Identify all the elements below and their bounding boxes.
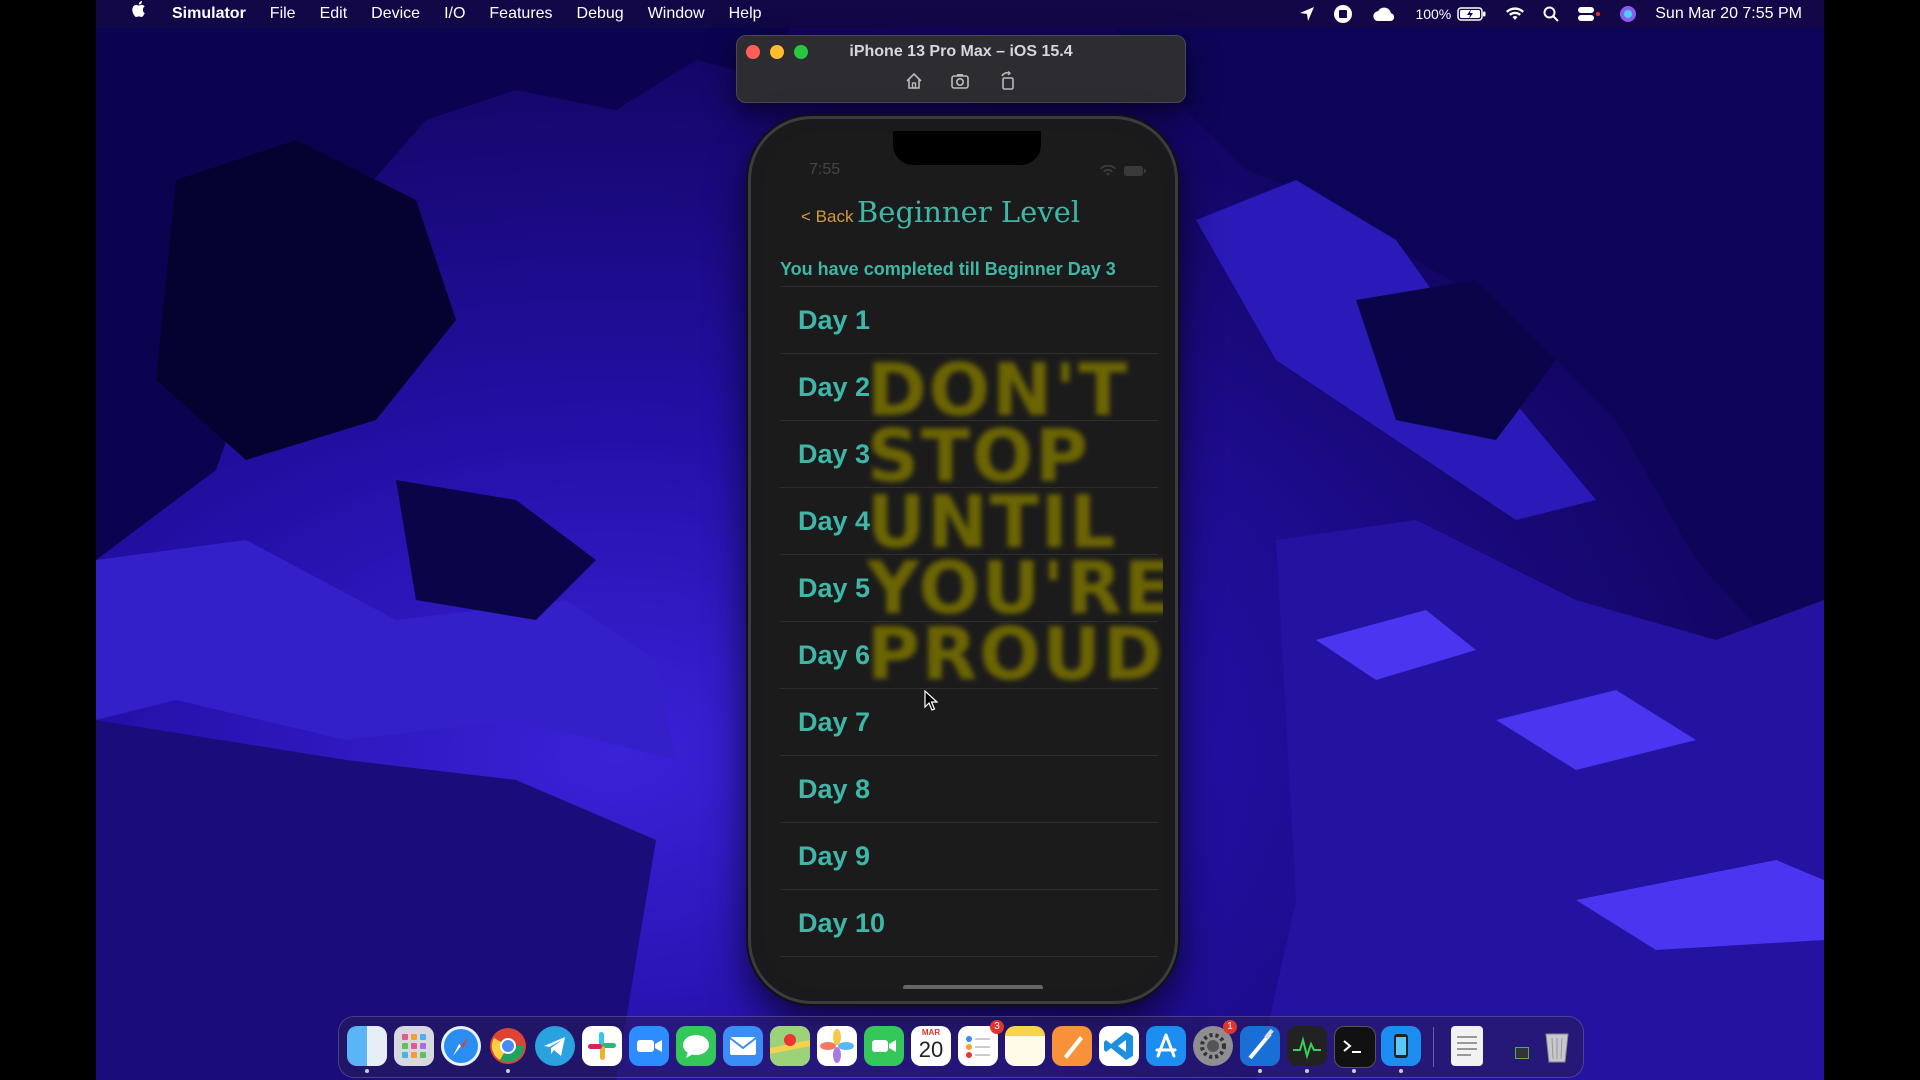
day-list: Day 1 Day 2 Day 3 Day 4 Day 5 Day 6 Day … [780,286,1158,987]
activity-monitor-icon[interactable] [1287,1026,1327,1066]
cloud-icon[interactable] [1371,6,1397,22]
menu-features[interactable]: Features [477,0,564,28]
dock-separator [1433,1027,1434,1067]
day-list-item[interactable]: Day 3 [780,420,1158,487]
day-list-item[interactable]: Day 4 [780,487,1158,554]
menu-edit[interactable]: Edit [308,0,360,28]
phone-wifi-icon [1100,165,1116,176]
menu-bar: Simulator File Edit Device I/O Features … [96,0,1824,28]
dock-running-indicator [1399,1069,1403,1073]
vscode-icon[interactable] [1099,1026,1139,1066]
dock-running-indicator [365,1069,369,1073]
dock-running-indicator [506,1069,510,1073]
dock-running-indicator [1258,1069,1262,1073]
back-button[interactable]: < Back [801,207,853,227]
wifi-icon[interactable] [1505,6,1525,22]
menu-io[interactable]: I/O [432,0,477,28]
launchpad-icon[interactable] [394,1026,434,1066]
maps-icon[interactable] [770,1026,810,1066]
screen-record-icon[interactable] [1333,4,1353,24]
phone-battery-icon [1124,166,1146,176]
home-icon[interactable] [904,71,924,91]
day-list-item[interactable]: Day 1 [780,286,1158,353]
menu-debug[interactable]: Debug [565,0,636,28]
reminders-icon[interactable]: 3 [958,1020,1004,1066]
mail-icon[interactable] [723,1026,763,1066]
simulator-window-title: iPhone 13 Pro Max – iOS 15.4 [849,43,1073,60]
minimized-window-icon[interactable] [1515,1047,1529,1059]
page-title: Beginner Level [857,195,1081,229]
notes-icon[interactable] [1005,1026,1045,1066]
day-list-item-partial[interactable] [780,956,1158,987]
menu-window[interactable]: Window [636,0,717,28]
settings-badge: 1 [1223,1020,1237,1034]
messages-icon[interactable] [676,1026,716,1066]
trash-icon[interactable] [1537,1026,1577,1066]
simulator-icon[interactable] [1381,1026,1421,1066]
location-arrow-icon[interactable] [1299,6,1315,22]
terminal-icon[interactable] [1334,1026,1376,1068]
safari-icon[interactable] [441,1026,481,1066]
chrome-icon[interactable] [488,1026,528,1066]
photos-icon[interactable] [817,1026,857,1066]
control-center-icon[interactable] [1577,6,1601,22]
home-indicator[interactable] [903,985,1043,989]
day-list-item[interactable]: Day 10 [780,889,1158,956]
finder-icon[interactable] [347,1026,387,1066]
document-icon[interactable] [1451,1026,1483,1066]
siri-icon[interactable] [1619,5,1637,23]
day-list-item[interactable]: Day 7 [780,688,1158,755]
dock: MAR 20 3 1 [338,1016,1584,1078]
settings-icon[interactable]: 1 [1193,1020,1237,1066]
appstore-icon[interactable] [1146,1026,1186,1066]
facetime-icon[interactable] [864,1026,904,1066]
pages-icon[interactable] [1052,1026,1092,1066]
battery-percent: 100% [1415,6,1452,22]
calendar-day: 20 [918,1037,944,1062]
day-list-item[interactable]: Day 5 [780,554,1158,621]
menu-app-simulator[interactable]: Simulator [160,0,258,28]
dock-running-indicator [1352,1069,1356,1073]
mouse-cursor-icon [924,690,938,711]
phone-notch [893,131,1041,165]
phone-status-clock: 7:55 [809,161,841,178]
menu-file[interactable]: File [258,0,308,28]
dock-running-indicator [1305,1069,1309,1073]
screenshot-icon[interactable] [950,71,970,91]
progress-status-text: You have completed till Beginner Day 3 [780,259,1116,279]
menu-device[interactable]: Device [359,0,432,28]
battery-icon [1457,7,1486,21]
zoom-icon[interactable] [629,1026,669,1066]
reminders-badge: 3 [990,1020,1004,1034]
spotlight-search-icon[interactable] [1543,6,1559,22]
xcode-icon[interactable] [1240,1026,1280,1066]
slack-icon[interactable] [582,1026,622,1066]
rotate-icon[interactable] [998,71,1018,91]
simulator-window-toolbar: iPhone 13 Pro Max – iOS 15.4 [736,35,1186,103]
menu-help[interactable]: Help [717,0,774,28]
apple-menu-icon[interactable] [118,0,160,29]
day-list-item[interactable]: Day 9 [780,822,1158,889]
calendar-icon[interactable]: MAR 20 [911,1026,951,1066]
iphone-device-frame: 7:55 < Back Beginner Level You have comp… [748,116,1178,1004]
menubar-clock[interactable]: Sun Mar 20 7:55 PM [1655,5,1802,23]
battery-status[interactable]: 100% [1415,6,1487,22]
phone-screen: 7:55 < Back Beginner Level You have comp… [763,131,1163,989]
day-list-item[interactable]: Day 8 [780,755,1158,822]
telegram-icon[interactable] [535,1026,575,1066]
day-list-item[interactable]: Day 2 [780,353,1158,420]
day-list-item[interactable]: Day 6 [780,621,1158,688]
calendar-month: MAR [921,1028,941,1037]
